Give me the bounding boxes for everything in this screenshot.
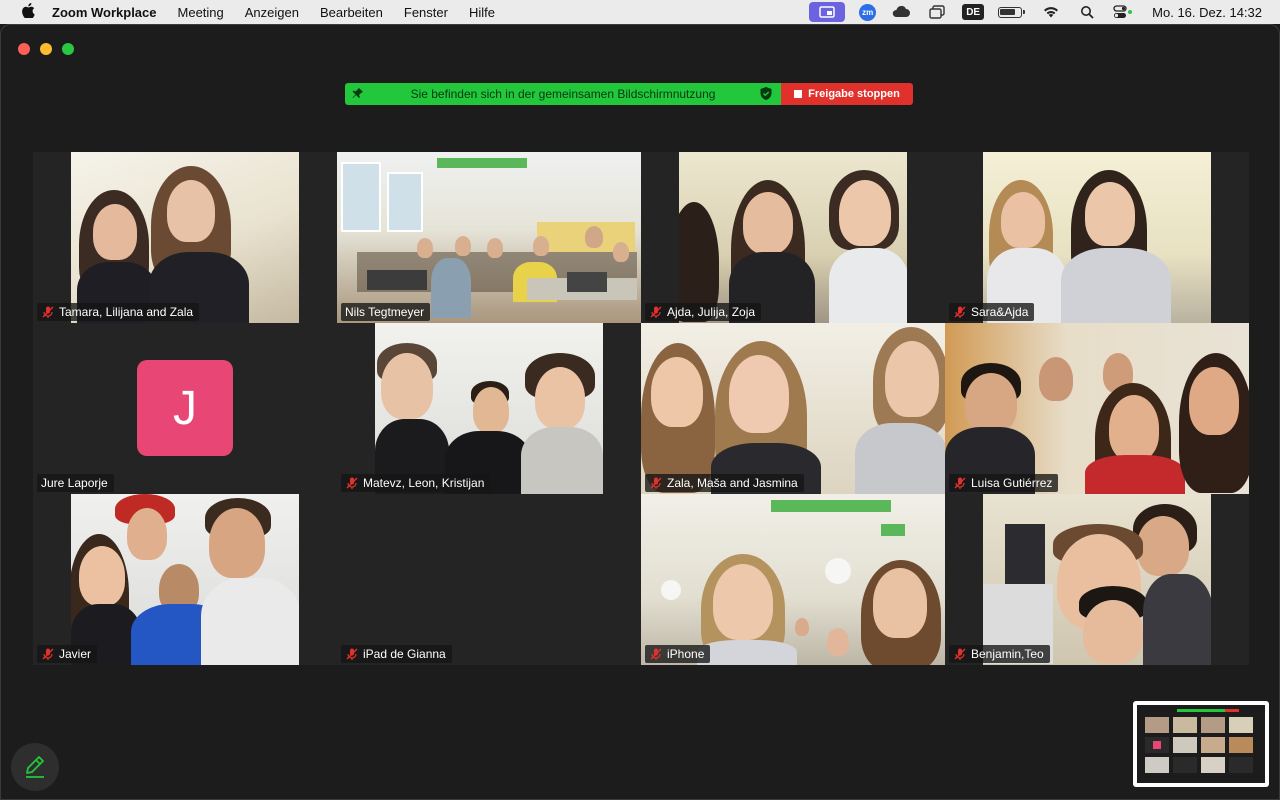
participant-name-label: Benjamin,Teo <box>949 645 1050 663</box>
share-status-text: Sie befinden sich in der gemeinsamen Bil… <box>410 87 716 101</box>
pencil-icon <box>26 756 44 778</box>
participant-name-label: iPhone <box>645 645 711 663</box>
participant-tile[interactable]: Sara&Ajda <box>945 152 1249 323</box>
menu-meeting[interactable]: Meeting <box>178 5 224 20</box>
participant-name-label: iPad de Gianna <box>341 645 452 663</box>
mic-muted-icon <box>650 306 662 318</box>
participant-name: iPhone <box>667 647 705 661</box>
menu-bar: Zoom Workplace Meeting Anzeigen Bearbeit… <box>0 0 1280 24</box>
apple-icon[interactable] <box>18 2 38 22</box>
participant-name: Nils Tegtmeyer <box>345 305 425 319</box>
participant-name-label: Javier <box>37 645 98 663</box>
participant-tile[interactable]: Tamara, Lilijana and Zala <box>33 152 337 323</box>
participant-name: Javier <box>59 647 92 661</box>
participant-video <box>337 152 641 323</box>
zoom-status-icon[interactable]: zm <box>859 3 877 21</box>
participant-name: Sara&Ajda <box>971 305 1029 319</box>
participant-avatar: J <box>137 360 233 456</box>
spotlight-search-icon[interactable] <box>1076 3 1098 21</box>
menu-anzeigen[interactable]: Anzeigen <box>245 5 299 20</box>
participant-tile[interactable]: J Jure Laporje <box>33 323 337 494</box>
annotate-button[interactable] <box>11 743 59 791</box>
participant-video <box>641 494 945 665</box>
menu-bearbeiten[interactable]: Bearbeiten <box>320 5 383 20</box>
participant-name: Benjamin,Teo <box>971 647 1044 661</box>
participant-tile[interactable]: iPhone <box>641 494 945 665</box>
stop-square-icon <box>794 90 803 98</box>
stop-sharing-button[interactable]: Freigabe stoppen <box>781 83 913 105</box>
participant-name-label: Sara&Ajda <box>949 303 1035 321</box>
participant-name-label: Matevz, Leon, Kristijan <box>341 474 491 492</box>
participant-tile[interactable]: Zala, Maša and Jasmina <box>641 323 945 494</box>
screen-share-status-icon[interactable] <box>809 2 846 22</box>
participant-name: Jure Laporje <box>41 476 108 490</box>
participant-tile[interactable]: Matevz, Leon, Kristijan <box>337 323 641 494</box>
meeting-thumbnail-preview <box>1137 705 1265 783</box>
participant-name-label: Zala, Maša and Jasmina <box>645 474 804 492</box>
participant-name-label: Jure Laporje <box>37 474 114 492</box>
screen-share-banner: Sie befinden sich in der gemeinsamen Bil… <box>345 83 913 105</box>
minimize-window-button[interactable] <box>40 43 52 55</box>
menu-app-name[interactable]: Zoom Workplace <box>52 5 157 20</box>
stop-sharing-label: Freigabe stoppen <box>808 88 900 100</box>
participant-tile[interactable]: Luisa Gutiérrez <box>945 323 1249 494</box>
meeting-thumbnail-window[interactable] <box>1133 701 1269 787</box>
participant-name: Matevz, Leon, Kristijan <box>363 476 485 490</box>
participant-name-label: Tamara, Lilijana and Zala <box>37 303 200 321</box>
participant-name-label: Ajda, Julija, Zoja <box>645 303 762 321</box>
input-source-icon[interactable]: DE <box>962 4 985 20</box>
icloud-icon[interactable] <box>890 3 912 21</box>
wifi-icon[interactable] <box>1040 3 1062 21</box>
participant-name: Zala, Maša and Jasmina <box>667 476 798 490</box>
participant-video <box>641 323 945 494</box>
mic-muted-icon <box>650 477 662 489</box>
menu-hilfe[interactable]: Hilfe <box>469 5 495 20</box>
menu-clock[interactable]: Mo. 16. Dez. 14:32 <box>1152 5 1262 20</box>
mic-muted-icon <box>346 648 358 660</box>
close-window-button[interactable] <box>18 43 30 55</box>
share-status-pill[interactable]: Sie befinden sich in der gemeinsamen Bil… <box>345 83 781 105</box>
participant-video <box>945 323 1249 494</box>
participant-name: Tamara, Lilijana and Zala <box>59 305 194 319</box>
mic-muted-icon <box>954 477 966 489</box>
control-center-icon[interactable] <box>1112 3 1134 21</box>
participant-tile[interactable]: Benjamin,Teo <box>945 494 1249 665</box>
mic-muted-icon <box>954 648 966 660</box>
mic-muted-icon <box>650 648 662 660</box>
participant-video <box>375 323 603 494</box>
shield-icon <box>759 87 773 101</box>
participant-name: Luisa Gutiérrez <box>971 476 1053 490</box>
participant-video <box>71 494 299 665</box>
participant-video <box>71 152 299 323</box>
battery-icon[interactable] <box>998 6 1026 18</box>
mic-muted-icon <box>346 477 358 489</box>
participant-video <box>679 152 907 323</box>
participant-video <box>983 494 1211 665</box>
participant-name: Ajda, Julija, Zoja <box>667 305 756 319</box>
participant-video <box>983 152 1211 323</box>
video-gallery: Tamara, Lilijana and Zala Nils Tegtmeyer… <box>33 152 1249 665</box>
participant-tile-active-speaker[interactable]: Nils Tegtmeyer <box>337 152 641 323</box>
windows-icon[interactable] <box>926 3 948 21</box>
pin-icon[interactable] <box>351 87 365 101</box>
mic-muted-icon <box>42 306 54 318</box>
mic-muted-icon <box>954 306 966 318</box>
participant-name-label: Luisa Gutiérrez <box>949 474 1059 492</box>
participant-tile[interactable]: Ajda, Julija, Zoja <box>641 152 945 323</box>
zoom-meeting-window: Sie befinden sich in der gemeinsamen Bil… <box>0 24 1280 800</box>
participant-name: iPad de Gianna <box>363 647 446 661</box>
participant-name-label: Nils Tegtmeyer <box>341 303 431 321</box>
menu-fenster[interactable]: Fenster <box>404 5 448 20</box>
participant-tile[interactable]: iPad de Gianna <box>337 494 641 665</box>
participant-tile[interactable]: Javier <box>33 494 337 665</box>
zoom-window-button[interactable] <box>62 43 74 55</box>
mic-muted-icon <box>42 648 54 660</box>
